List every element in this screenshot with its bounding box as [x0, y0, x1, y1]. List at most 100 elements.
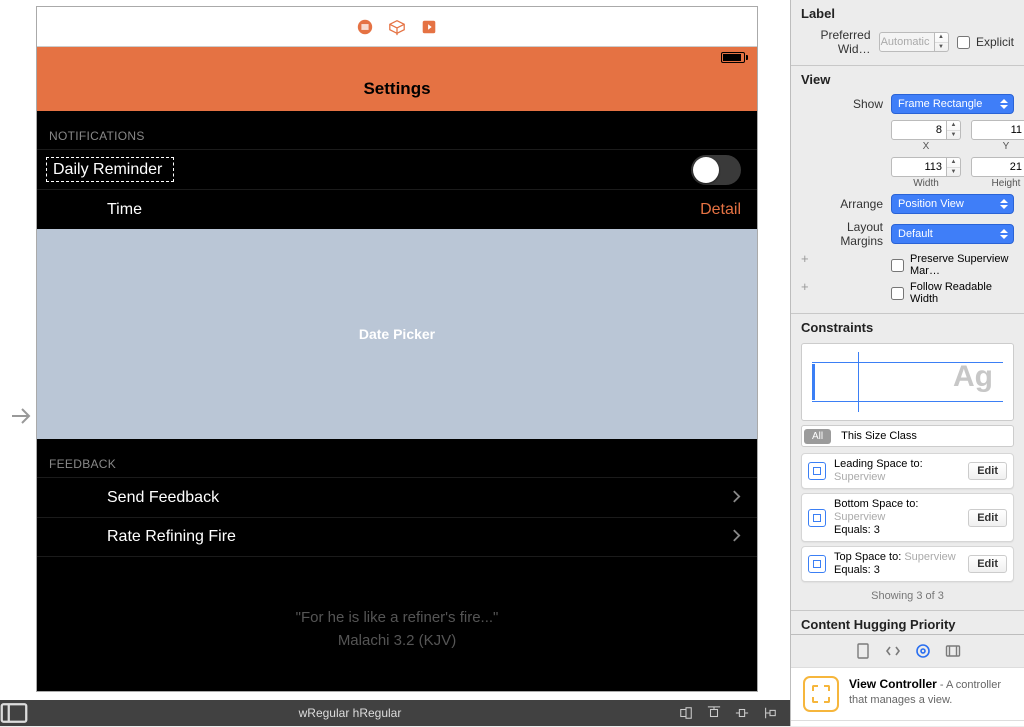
constraint-item[interactable]: Bottom Space to: SuperviewEquals: 3 Edit [801, 493, 1014, 542]
constraint-text: Top Space to: SuperviewEquals: 3 [834, 551, 960, 577]
library-item[interactable]: Storyboard Reference - Provides a placeh… [791, 720, 1024, 726]
row-send-feedback[interactable]: Send Feedback [37, 477, 757, 517]
y-caption: Y [1003, 141, 1010, 152]
canvas-bottom-bar: wRegular hRegular [0, 700, 790, 726]
width-input[interactable] [891, 157, 947, 177]
constraint-item[interactable]: Leading Space to: Superview Edit [801, 453, 1014, 489]
filter-this-size-class[interactable]: This Size Class [833, 430, 917, 442]
view-controller-icon[interactable] [356, 18, 374, 36]
date-picker-placeholder[interactable]: Date Picker [37, 229, 757, 439]
scene-top-bar [37, 7, 757, 47]
add-trait-icon[interactable]: + [791, 279, 805, 307]
library-tab-file-template-icon[interactable] [853, 641, 873, 661]
constraint-item[interactable]: Top Space to: SuperviewEquals: 3 Edit [801, 546, 1014, 582]
embed-tool-icon[interactable] [756, 706, 784, 720]
row-rate-app[interactable]: Rate Refining Fire [37, 517, 757, 557]
follow-readable-checkbox[interactable] [891, 287, 904, 300]
stepper-icon[interactable]: ▲▼ [935, 32, 949, 52]
x-caption: X [923, 141, 930, 152]
arrange-select[interactable]: Position View [891, 194, 1014, 214]
follow-readable-label: Follow Readable Width [910, 281, 1014, 305]
stepper-icon[interactable]: ▲▼ [947, 120, 961, 140]
show-select[interactable]: Frame Rectangle [891, 94, 1014, 114]
constraint-icon [808, 509, 826, 527]
date-picker-label: Date Picker [359, 326, 435, 342]
battery-icon [721, 52, 745, 63]
canvas-scroll[interactable]: Settings NOTIFICATIONS Daily Reminder Ti… [6, 6, 784, 700]
library-tab-code-snippet-icon[interactable] [883, 641, 903, 661]
add-trait-icon[interactable]: + [791, 251, 805, 279]
view-controller-library-icon [803, 676, 839, 712]
constraint-text: Bottom Space to: SuperviewEquals: 3 [834, 498, 960, 537]
constraints-diagram[interactable]: Ag [801, 343, 1014, 421]
view-section-title: View [791, 66, 1024, 91]
row-time[interactable]: Time Detail [37, 189, 757, 229]
x-input[interactable] [891, 120, 947, 140]
exit-icon[interactable] [420, 18, 438, 36]
explicit-checkbox[interactable] [957, 36, 970, 49]
stepper-icon[interactable]: ▲▼ [947, 157, 961, 177]
constraints-count-label: Showing 3 of 3 [791, 586, 1024, 610]
navigation-bar[interactable]: Settings [37, 67, 757, 111]
x-field[interactable]: ▲▼ [891, 120, 961, 140]
disclosure-icon [732, 489, 741, 507]
library-tab-object-icon[interactable] [913, 641, 933, 661]
canvas-area[interactable]: Settings NOTIFICATIONS Daily Reminder Ti… [0, 0, 790, 726]
disclosure-icon [732, 528, 741, 546]
size-class-label[interactable]: wRegular hRegular [28, 706, 672, 720]
y-input[interactable] [971, 120, 1024, 140]
pin-tool-icon[interactable] [700, 706, 728, 720]
constraint-icon [808, 555, 826, 573]
label-time-detail: Detail [700, 201, 741, 219]
preserve-superview-label: Preserve Superview Mar… [910, 253, 1014, 277]
library-tab-bar [791, 634, 1024, 667]
height-input[interactable] [971, 157, 1024, 177]
arrange-value: Position View [898, 198, 964, 210]
preserve-superview-checkbox[interactable] [891, 259, 904, 272]
constraints-section-title: Constraints [791, 314, 1024, 339]
height-caption: Height [992, 178, 1021, 189]
height-field[interactable]: ▲▼ [971, 157, 1024, 177]
library-item[interactable]: View Controller - A controller that mana… [791, 667, 1024, 720]
label-time: Time [107, 201, 700, 219]
constraint-edit-button[interactable]: Edit [968, 462, 1007, 480]
switch-daily-reminder[interactable] [691, 155, 741, 185]
navbar-title[interactable]: Settings [363, 79, 430, 99]
library-tab-media-icon[interactable] [943, 641, 963, 661]
label-rate-app: Rate Refining Fire [107, 528, 732, 546]
hugging-section-title: Content Hugging Priority [791, 611, 1024, 634]
trait-panel-toggle[interactable] [0, 699, 28, 727]
constraint-edit-button[interactable]: Edit [968, 509, 1007, 527]
preferred-width-field[interactable]: ▲▼ [879, 32, 949, 52]
arrange-label: Arrange [801, 197, 891, 211]
label-section-title: Label [791, 0, 1024, 25]
explicit-label: Explicit [970, 35, 1014, 49]
align-tool-icon[interactable] [672, 706, 700, 720]
preferred-width-input[interactable] [879, 32, 935, 52]
preferred-width-label: Preferred Wid… [801, 28, 879, 56]
margins-value: Default [898, 228, 933, 240]
label-send-feedback: Send Feedback [107, 489, 732, 507]
segue-entry-arrow[interactable] [6, 401, 36, 431]
width-field[interactable]: ▲▼ [891, 157, 961, 177]
device-frame[interactable]: Settings NOTIFICATIONS Daily Reminder Ti… [36, 6, 758, 692]
filter-all-pill[interactable]: All [804, 429, 831, 444]
row-daily-reminder[interactable]: Daily Reminder [37, 149, 757, 189]
ag-placeholder-icon: Ag [953, 360, 993, 394]
first-responder-icon[interactable] [388, 18, 406, 36]
y-field[interactable]: ▲▼ [971, 120, 1024, 140]
show-select-value: Frame Rectangle [898, 98, 982, 110]
footer-quote: "For he is like a refiner's fire..." Mal… [37, 557, 757, 672]
resolve-tool-icon[interactable] [728, 706, 756, 720]
size-class-filter[interactable]: All This Size Class [801, 425, 1014, 447]
show-label: Show [801, 97, 891, 111]
margins-label: Layout Margins [801, 220, 891, 248]
status-bar [37, 47, 757, 67]
inspector-panel[interactable]: Label Preferred Wid… ▲▼ Explicit View Sh… [790, 0, 1024, 726]
label-daily-reminder[interactable]: Daily Reminder [53, 161, 162, 179]
constraint-edit-button[interactable]: Edit [968, 555, 1007, 573]
quote-line-2: Malachi 3.2 (KJV) [57, 630, 737, 653]
section-header-feedback: FEEDBACK [37, 439, 757, 477]
margins-select[interactable]: Default [891, 224, 1014, 244]
quote-line-1: "For he is like a refiner's fire..." [57, 607, 737, 630]
